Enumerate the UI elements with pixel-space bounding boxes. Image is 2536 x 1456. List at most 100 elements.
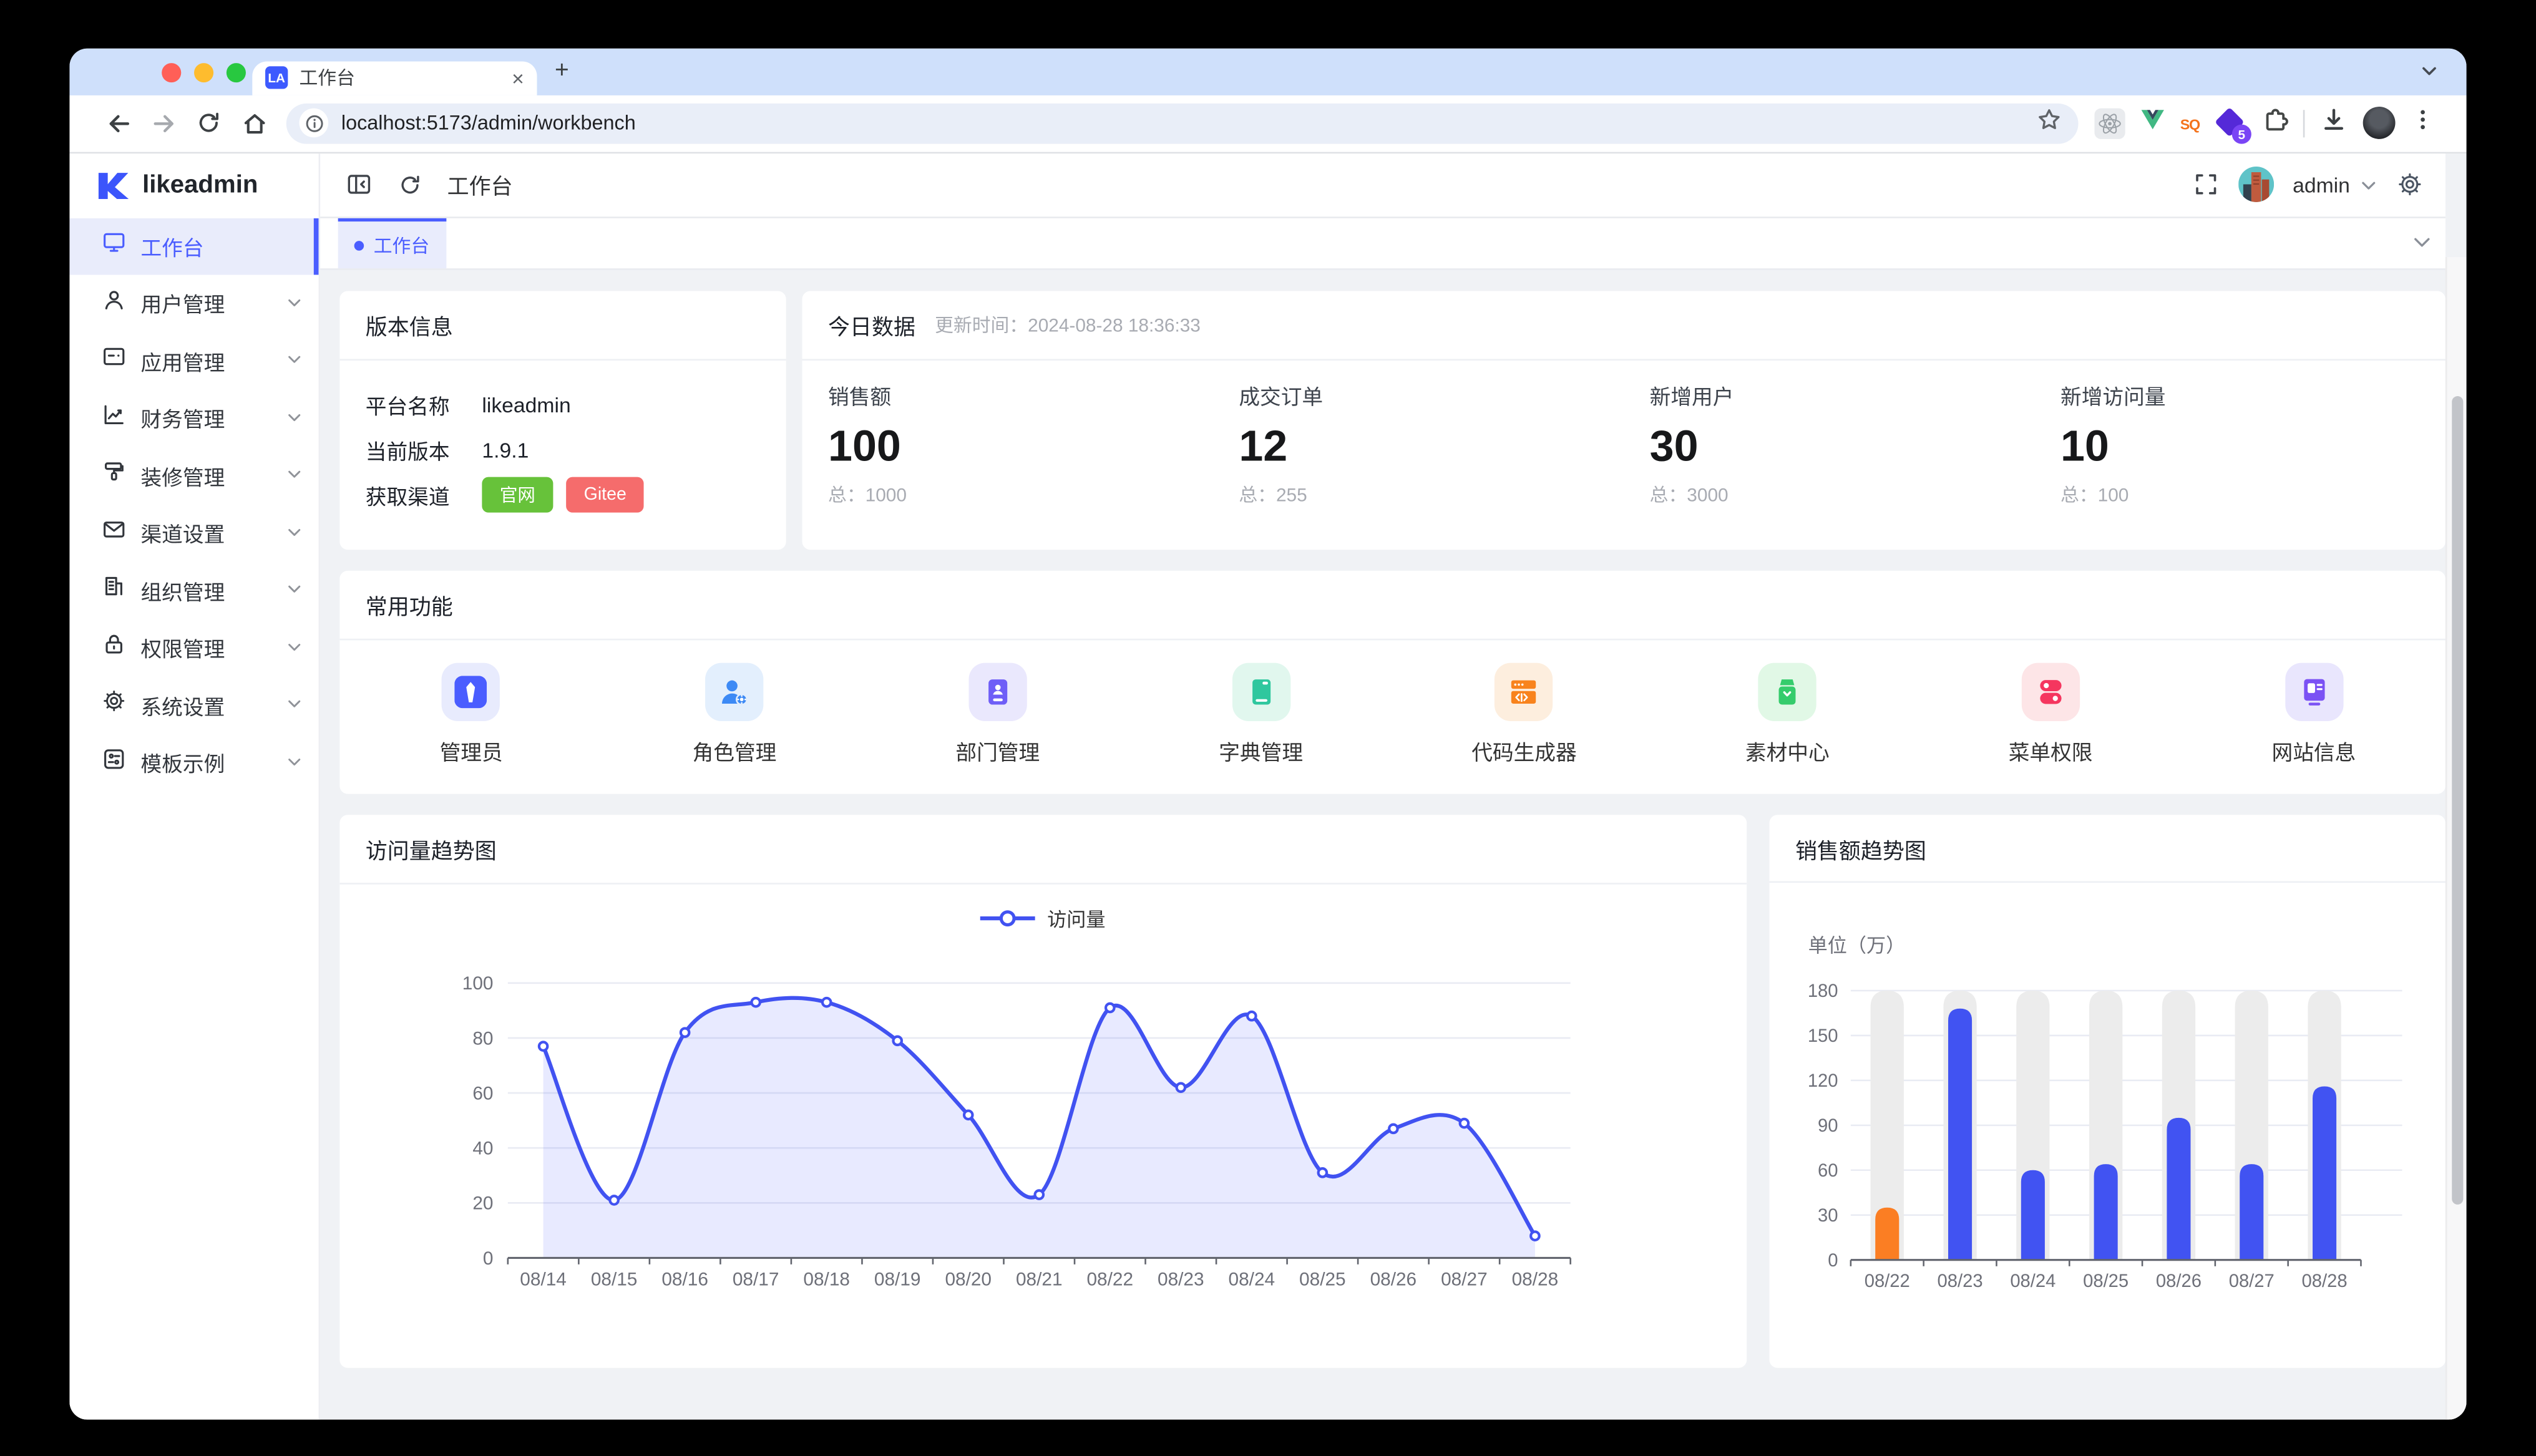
page-tabs-bar: 工作台 — [319, 218, 2446, 270]
today-data-card: 今日数据 更新时间：2024-08-28 18:36:33 销售额 100 总：… — [802, 291, 2446, 550]
svg-text:120: 120 — [1808, 1071, 1838, 1091]
official-site-button[interactable]: 官网 — [482, 477, 553, 513]
function-admin[interactable]: 管理员 — [339, 663, 603, 767]
svg-text:08/16: 08/16 — [661, 1269, 708, 1290]
sq-extension-icon[interactable]: SQ — [2180, 109, 2200, 138]
admin-app: likeadmin 工作台 用户管理 应用管理 — [69, 153, 2466, 1420]
site-info-icon[interactable] — [299, 109, 328, 138]
sidebar-menu: 工作台 用户管理 应用管理 财务管理 — [69, 218, 318, 792]
function-departments[interactable]: 部门管理 — [866, 663, 1129, 767]
app-logo[interactable]: likeadmin — [69, 153, 318, 218]
svg-text:60: 60 — [1818, 1161, 1838, 1181]
function-code-generator[interactable]: 代码生成器 — [1393, 663, 1656, 767]
svg-text:08/26: 08/26 — [2156, 1271, 2202, 1291]
stat-orders: 成交订单 12 总：255 — [1213, 380, 1624, 507]
svg-text:08/19: 08/19 — [874, 1269, 921, 1290]
svg-text:08/23: 08/23 — [1938, 1271, 1983, 1291]
forward-icon[interactable] — [140, 110, 186, 137]
tab-title: 工作台 — [299, 65, 512, 90]
function-roles[interactable]: 角色管理 — [603, 663, 866, 767]
template-icon — [102, 747, 126, 779]
sidebar-item-applications[interactable]: 应用管理 — [69, 332, 318, 390]
sidebar-item-decoration[interactable]: 装修管理 — [69, 447, 318, 505]
extension-icons: SQ 5 — [2094, 105, 2436, 142]
sidebar-item-template-examples[interactable]: 模板示例 — [69, 734, 318, 792]
page-scrollbar[interactable] — [2446, 257, 2467, 1420]
scrollbar-thumb[interactable] — [2451, 396, 2462, 1205]
user-avatar[interactable] — [2238, 167, 2273, 203]
sidebar-item-organization[interactable]: 组织管理 — [69, 562, 318, 619]
downloads-icon[interactable] — [2319, 105, 2349, 142]
tabs-overflow-chevron-icon[interactable] — [2411, 231, 2432, 261]
chevron-down-icon — [285, 691, 301, 720]
username[interactable]: admin — [2293, 173, 2350, 197]
browser-tabstrip: LA 工作台 × + — [69, 49, 2466, 95]
svg-text:08/25: 08/25 — [2083, 1271, 2129, 1291]
home-icon[interactable] — [232, 110, 277, 137]
unit-label: 单位（万） — [1808, 931, 2446, 957]
user-icon — [102, 288, 126, 320]
tab-close-icon[interactable]: × — [512, 67, 524, 89]
svg-text:90: 90 — [1818, 1116, 1838, 1136]
minimize-window-button[interactable] — [194, 63, 213, 82]
lock-icon — [102, 632, 126, 664]
collapse-sidebar-icon[interactable] — [345, 172, 371, 197]
chevron-down-icon — [285, 748, 301, 777]
url-text[interactable]: localhost:5173/admin/workbench — [341, 112, 2036, 134]
sidebar-item-users[interactable]: 用户管理 — [69, 275, 318, 332]
visits-trend-card: 访问量趋势图 访问量 02040608010008/1408/1508/1608… — [339, 815, 1747, 1367]
stat-new-users: 新增用户 30 总：3000 — [1624, 380, 2034, 507]
visits-line-chart[interactable]: 02040608010008/1408/1508/1608/1708/1808/… — [339, 948, 1747, 1360]
card-title: 访问量趋势图 — [366, 833, 497, 865]
header-right: admin — [2192, 167, 2429, 203]
address-bar[interactable]: localhost:5173/admin/workbench — [286, 104, 2079, 143]
card-title: 销售额趋势图 — [1795, 832, 1926, 865]
svg-text:08/28: 08/28 — [1512, 1269, 1559, 1290]
function-site-info[interactable]: 网站信息 — [2182, 663, 2446, 767]
tab-search-chevron-icon[interactable] — [2418, 60, 2441, 90]
purple-extension-icon[interactable]: 5 — [2214, 107, 2246, 140]
svg-text:08/17: 08/17 — [733, 1269, 779, 1290]
bookmark-star-icon[interactable] — [2036, 106, 2062, 140]
page-title: 工作台 — [447, 168, 513, 201]
admin-tie-icon — [442, 663, 500, 721]
function-material-center[interactable]: 素材中心 — [1656, 663, 1919, 767]
chevron-down-icon[interactable] — [2359, 176, 2378, 194]
function-dictionary[interactable]: 字典管理 — [1129, 663, 1393, 767]
code-generator-icon — [1495, 663, 1553, 721]
sidebar-item-finance[interactable]: 财务管理 — [69, 390, 318, 447]
zoom-window-button[interactable] — [227, 63, 246, 82]
reload-icon[interactable] — [186, 110, 232, 136]
back-icon[interactable] — [95, 110, 141, 137]
card-title: 今日数据 — [828, 309, 915, 341]
svg-text:08/14: 08/14 — [520, 1269, 567, 1290]
dictionary-book-icon — [1232, 663, 1290, 721]
vue-devtools-icon[interactable] — [2140, 108, 2165, 138]
refresh-icon[interactable] — [397, 173, 421, 197]
browser-tab[interactable]: LA 工作台 × — [252, 61, 537, 95]
chevron-down-icon — [285, 289, 301, 318]
extensions-puzzle-icon[interactable] — [2261, 105, 2288, 141]
react-devtools-icon[interactable] — [2094, 108, 2125, 138]
svg-text:08/24: 08/24 — [2010, 1271, 2056, 1291]
sales-bar-chart[interactable]: 08/2208/2308/2408/2508/2608/2708/2803060… — [1769, 967, 2447, 1367]
kebab-menu-icon[interactable] — [2410, 106, 2436, 140]
functions-grid: 管理员 角色管理 — [339, 640, 2446, 766]
sidebar-item-system-settings[interactable]: 系统设置 — [69, 677, 318, 734]
gitee-button[interactable]: Gitee — [566, 477, 644, 513]
chevron-down-icon — [285, 346, 301, 376]
close-window-button[interactable] — [162, 63, 181, 82]
new-tab-button[interactable]: + — [555, 57, 569, 84]
sidebar-item-workbench[interactable]: 工作台 — [69, 218, 318, 275]
fullscreen-icon[interactable] — [2192, 172, 2218, 197]
settings-gear-icon[interactable] — [2397, 172, 2422, 197]
function-menu-permissions[interactable]: 菜单权限 — [1919, 663, 2182, 767]
sidebar-item-permissions[interactable]: 权限管理 — [69, 619, 318, 677]
svg-text:80: 80 — [472, 1028, 493, 1049]
browser-profile-avatar[interactable] — [2363, 107, 2396, 140]
chart-legend[interactable]: 访问量 — [339, 904, 1747, 933]
monitor-icon — [102, 230, 126, 263]
app-window-icon — [102, 345, 126, 377]
sidebar-item-channels[interactable]: 渠道设置 — [69, 505, 318, 562]
tab-workbench[interactable]: 工作台 — [338, 218, 446, 268]
